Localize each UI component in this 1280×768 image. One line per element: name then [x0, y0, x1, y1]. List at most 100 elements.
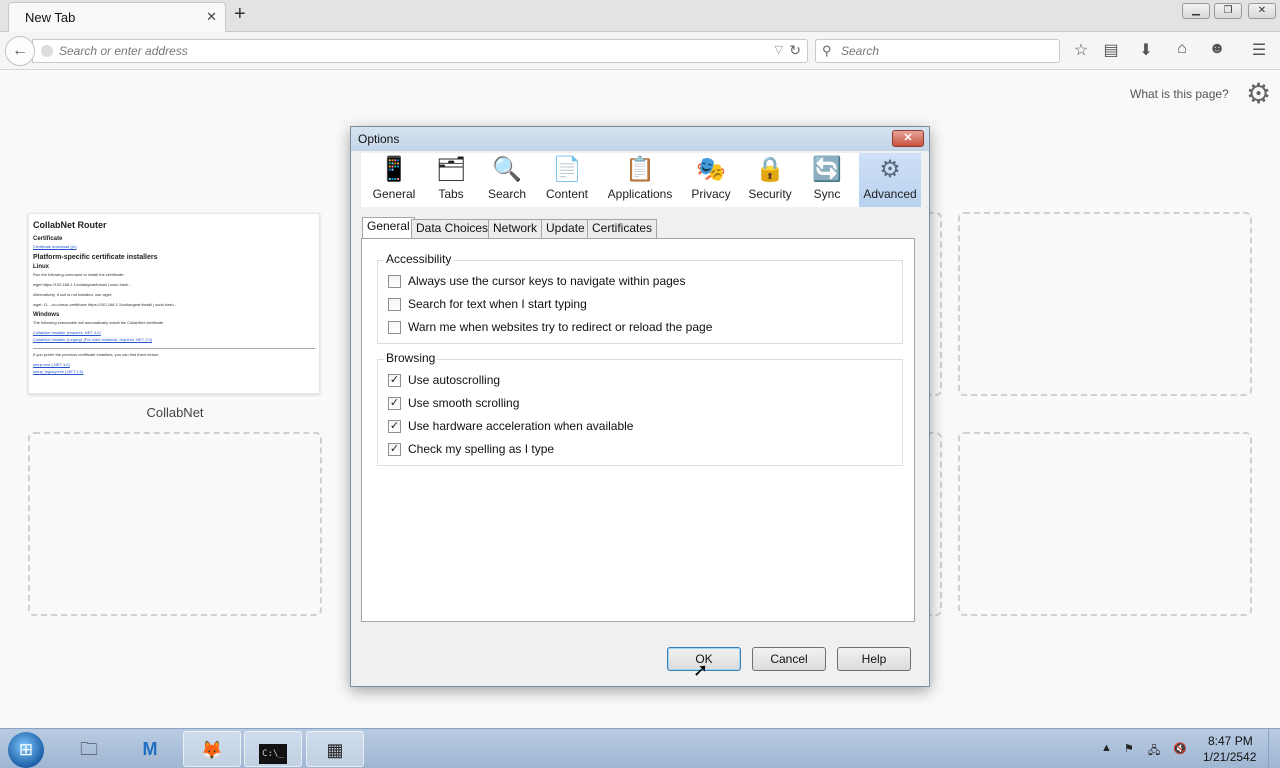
pane-label: Applications	[607, 187, 673, 201]
pane-privacy[interactable]: 🎭 Privacy	[687, 153, 735, 207]
taskbar-firefox[interactable]: 🦊	[183, 731, 241, 767]
start-button[interactable]: ⊞	[8, 732, 44, 768]
thumb-prev-link2: setup_legacy.exe (.NET 2.0)	[33, 369, 84, 374]
option-label: Warn me when websites try to redirect or…	[408, 320, 713, 334]
checkbox[interactable]	[388, 275, 401, 288]
pane-advanced[interactable]: ⚙ Advanced	[859, 153, 921, 207]
checkbox-checked[interactable]: ✓	[388, 420, 401, 433]
thumb-installers-heading: Platform-specific certificate installers	[33, 254, 158, 261]
menu-icon[interactable]: ☰	[1248, 40, 1270, 60]
option-label: Always use the cursor keys to navigate w…	[408, 274, 686, 288]
option-label: Use smooth scrolling	[408, 396, 520, 410]
thumb-linux-line1: Run the following command to install the…	[33, 272, 125, 277]
action-center-flag-icon[interactable]: ⚑	[1124, 742, 1134, 755]
tab-title: New Tab	[25, 10, 76, 25]
gear-icon: ⚙	[879, 156, 901, 183]
site-identity-icon[interactable]	[41, 45, 53, 57]
pane-label: Search	[487, 187, 527, 201]
close-window-icon[interactable]: ✕	[1248, 3, 1276, 19]
search-icon: ⚲	[822, 43, 832, 58]
pane-applications[interactable]: 📋 Applications	[605, 153, 675, 207]
bookmarks-list-icon[interactable]: ▤	[1100, 40, 1122, 60]
pane-content[interactable]: 📄 Content	[539, 153, 595, 207]
checkbox[interactable]	[388, 298, 401, 311]
subtab-panel: Accessibility Always use the cursor keys…	[361, 238, 915, 622]
pane-tabs[interactable]: 🗂 Tabs	[429, 153, 473, 207]
arrow-left-icon: ←	[12, 42, 28, 59]
browsing-label: Browsing	[384, 351, 438, 365]
subtab-network[interactable]: Network	[488, 219, 543, 238]
network-icon[interactable]: 🖧	[1148, 742, 1160, 761]
downloads-icon[interactable]: ⬇	[1135, 40, 1157, 60]
pane-search[interactable]: 🔍 Search	[481, 153, 533, 207]
terminal-icon: C:\_	[259, 744, 287, 764]
thumb-windows-heading: Windows	[33, 312, 60, 318]
subtab-data-choices[interactable]: Data Choices	[411, 219, 494, 238]
pane-label: Content	[545, 187, 589, 201]
pane-security[interactable]: 🔒 Security	[745, 153, 795, 207]
checkbox-checked[interactable]: ✓	[388, 397, 401, 410]
thumb-certificate-heading: Certificate	[33, 236, 63, 242]
accessibility-group: Accessibility Always use the cursor keys…	[377, 252, 903, 344]
subtab-certificates[interactable]: Certificates	[587, 219, 658, 238]
option-label: Use autoscrolling	[408, 373, 501, 387]
pane-sync[interactable]: 🔄 Sync	[807, 153, 847, 207]
tile-label[interactable]: CollabNet	[28, 405, 322, 420]
volume-muted-icon[interactable]: 🔇	[1173, 742, 1187, 755]
what-is-this-page-link[interactable]: What is this page?	[1130, 87, 1229, 101]
bookmark-star-icon[interactable]: ☆	[1070, 40, 1092, 60]
thumb-title: CollabNet Router	[33, 220, 107, 230]
clock-date[interactable]: 1/21/2542	[1203, 750, 1256, 764]
thumb-linux-heading: Linux	[33, 264, 49, 270]
preferences-pane-bar: 📱 General 🗂 Tabs 🔍 Search 📄 Content 📋 Ap…	[361, 153, 921, 207]
cancel-button[interactable]: Cancel	[752, 647, 826, 671]
back-button[interactable]: ←	[5, 36, 35, 66]
mask-icon: 🎭	[696, 156, 726, 183]
options-dialog: Options ✕ 📱 General 🗂 Tabs 🔍 Search 📄 Co…	[350, 126, 930, 687]
site-tile-collabnet[interactable]: CollabNet Router Certificate Certificate…	[28, 213, 320, 394]
taskbar: ⊞ 🗀 M 🦊 C:\_ ▦ ▲ ⚑ 🖧 🔇	[0, 728, 1280, 768]
mouse-pointer-icon: ➚	[693, 660, 709, 680]
empty-tile	[28, 432, 322, 616]
subtab-update[interactable]: Update	[541, 219, 590, 238]
checkbox-checked[interactable]: ✓	[388, 374, 401, 387]
dialog-title: Options	[358, 132, 400, 146]
chat-icon[interactable]: ☻	[1206, 40, 1228, 58]
pane-label: Sync	[813, 187, 841, 201]
clock-time[interactable]: 8:47 PM	[1208, 734, 1253, 748]
taskbar-file-explorer[interactable]: 🗀	[60, 731, 118, 767]
newtab-settings-gear-icon[interactable]: ⚙	[1246, 77, 1271, 110]
browsing-group: Browsing ✓ Use autoscrolling ✓ Use smoot…	[377, 351, 903, 466]
checkbox-checked[interactable]: ✓	[388, 443, 401, 456]
taskbar-calculator[interactable]: ▦	[306, 731, 364, 767]
folder-icon: 🗀	[80, 739, 98, 759]
thumb-linux-line2: Alternatively, if curl is not installed,…	[33, 292, 113, 297]
subtab-general[interactable]: General	[362, 217, 415, 239]
dialog-titlebar[interactable]: Options ✕	[351, 127, 929, 151]
minimize-window-icon[interactable]: ▁	[1182, 3, 1210, 19]
help-button[interactable]: Help	[837, 647, 911, 671]
checkbox[interactable]	[388, 321, 401, 334]
pane-general[interactable]: 📱 General	[365, 153, 423, 207]
navigation-toolbar: Search or enter address ▽ ↻ ← ⚲ Search ☆…	[0, 32, 1280, 70]
show-desktop-button[interactable]	[1268, 729, 1280, 768]
address-bar[interactable]: Search or enter address ▽ ↻	[32, 39, 808, 63]
taskbar-maxthon[interactable]: M	[121, 731, 179, 767]
history-dropdown-icon[interactable]: ▽	[775, 43, 783, 56]
pane-label: Tabs	[438, 187, 464, 201]
tab-new-tab[interactable]: New Tab ✕	[8, 2, 226, 32]
restore-window-icon[interactable]: ❐	[1214, 3, 1242, 19]
option-label: Use hardware acceleration when available	[408, 419, 634, 433]
thumb-prev-line: If you prefer the previous certificate i…	[33, 352, 159, 357]
taskbar-command-prompt[interactable]: C:\_	[244, 731, 302, 767]
thumb-prev-link1: setup.exe (.NET 4.0)	[33, 362, 70, 367]
show-hidden-icons[interactable]: ▲	[1101, 742, 1112, 754]
search-bar[interactable]: ⚲ Search	[815, 39, 1060, 63]
reload-icon[interactable]: ↻	[789, 42, 801, 59]
tab-close-icon[interactable]: ✕	[206, 9, 217, 25]
thumb-certificate-link: Certificate download (pr)	[33, 244, 77, 249]
home-icon[interactable]: ⌂	[1171, 40, 1193, 58]
new-tab-plus-icon[interactable]: +	[234, 3, 246, 26]
option-label: Check my spelling as I type	[408, 442, 555, 456]
dialog-close-icon[interactable]: ✕	[892, 130, 924, 147]
